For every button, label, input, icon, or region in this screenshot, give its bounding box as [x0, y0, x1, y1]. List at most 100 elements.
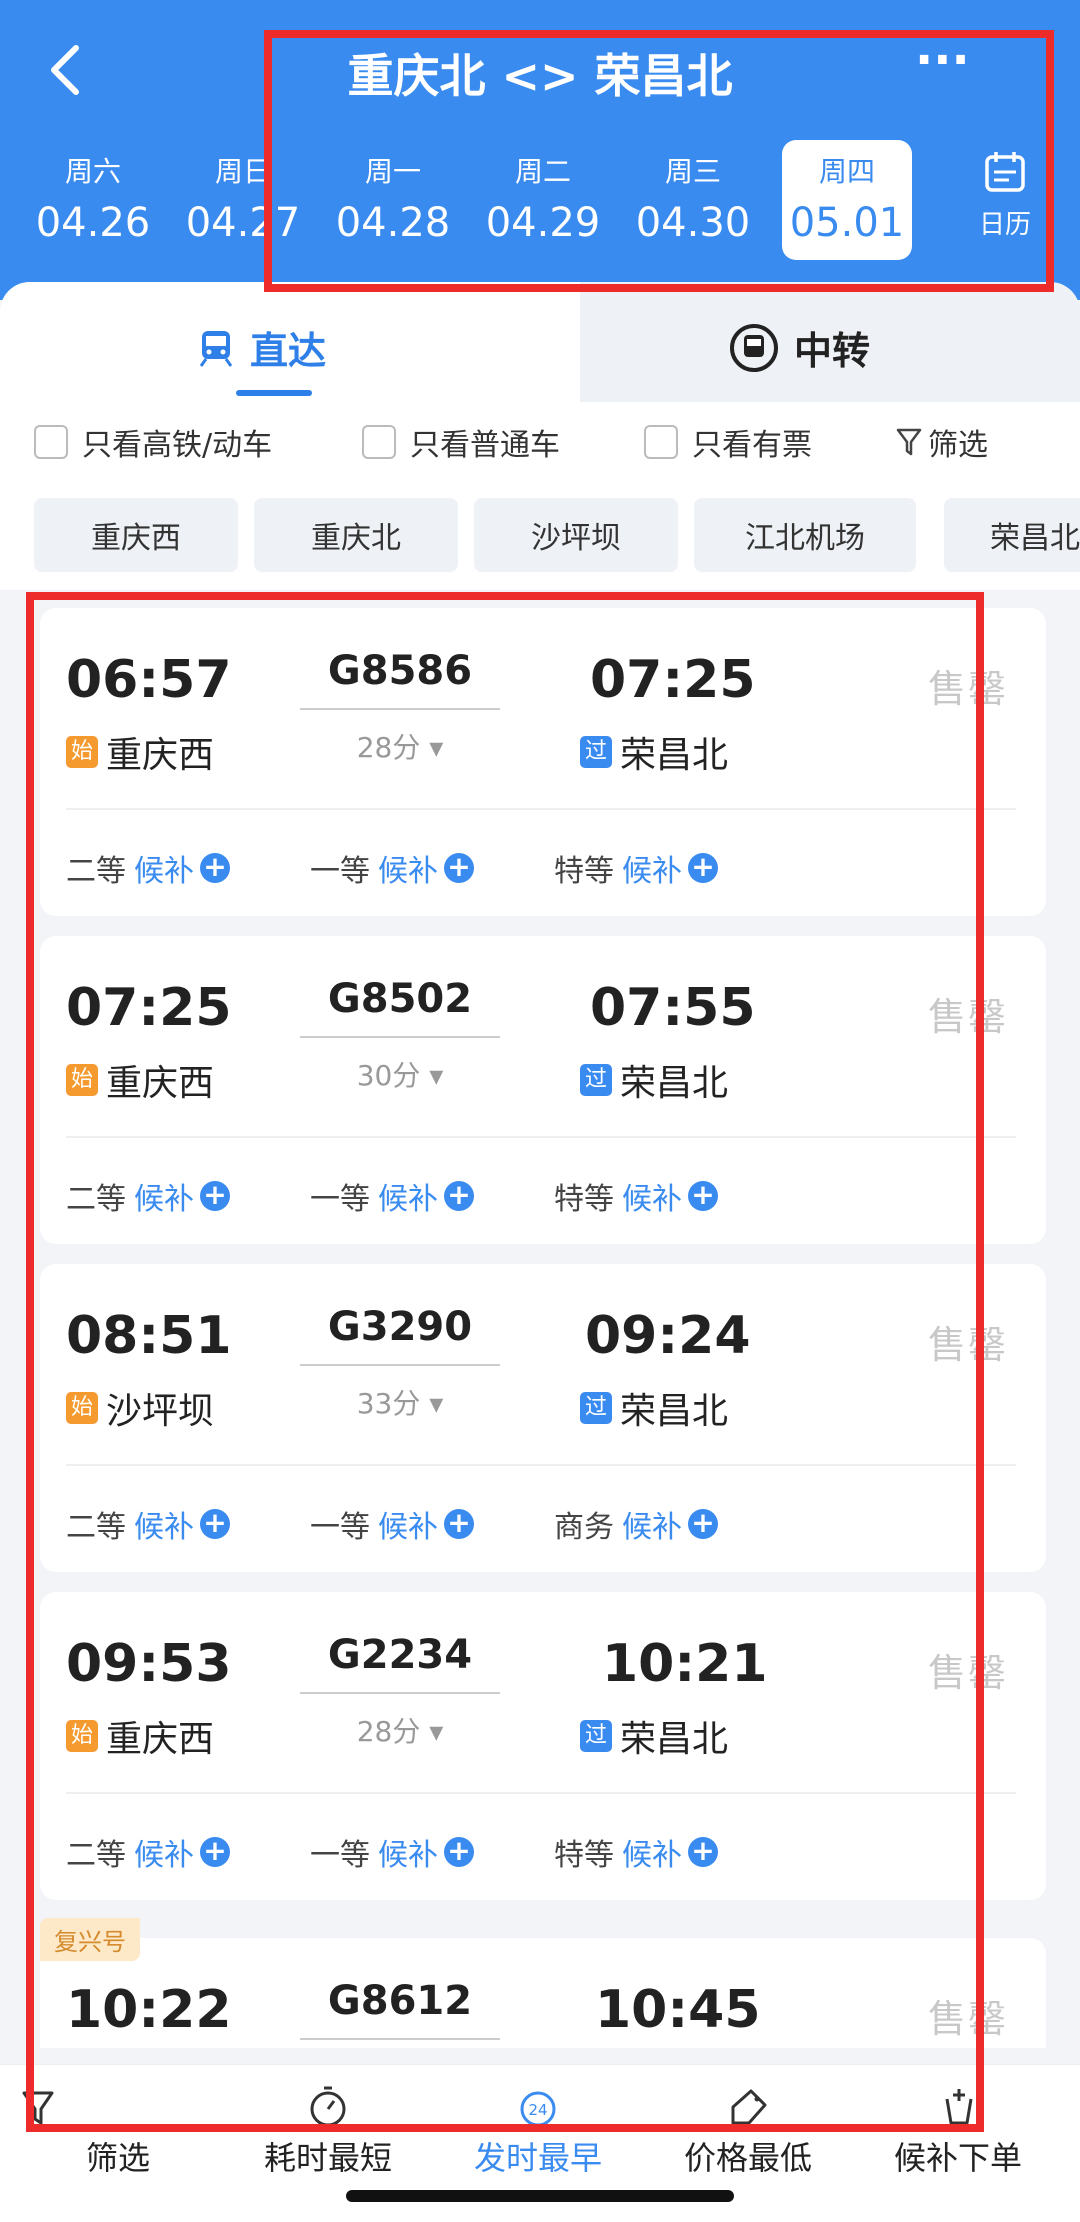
calendar-icon	[985, 152, 1025, 192]
seat-first-class[interactable]: 一等 候补 +	[310, 1502, 474, 1546]
seat-class: 二等	[66, 854, 126, 889]
add-waitlist-icon: +	[444, 1509, 474, 1539]
add-waitlist-icon: +	[444, 853, 474, 883]
seat-second-class[interactable]: 二等 候补 +	[66, 1830, 230, 1874]
checkbox-available[interactable]: 只看有票	[644, 402, 812, 482]
tab-direct[interactable]: 直达	[196, 320, 326, 375]
arrival-station: 过荣昌北	[580, 726, 728, 778]
calendar-button[interactable]: 日历	[960, 150, 1050, 241]
tab-transfer[interactable]: 中转	[728, 320, 870, 375]
start-tag: 始	[66, 1392, 98, 1424]
arrival-time: 07:25	[590, 650, 756, 710]
seat-class: 商务	[554, 1510, 614, 1545]
station-name: 重庆西	[106, 1063, 215, 1104]
waitlist-label: 候补	[378, 854, 438, 889]
filter-row: 只看高铁/动车 只看普通车 只看有票 筛选	[0, 402, 1080, 482]
train-card[interactable]: 复兴号 10:22 G8612 10:45 售罄	[40, 1918, 1046, 2048]
departure-station: 始沙坪坝	[66, 1382, 214, 1434]
start-tag: 始	[66, 1720, 98, 1752]
seat-first-class[interactable]: 一等 候补 +	[310, 1174, 474, 1218]
route-line	[300, 1036, 500, 1038]
seat-class: 二等	[66, 1182, 126, 1217]
filter-link[interactable]: 筛选	[896, 402, 988, 482]
date-tab[interactable]: 周三 04.30	[628, 140, 758, 260]
train-card[interactable]: 08:51 G3290 33分 ▾ 09:24 始沙坪坝 过荣昌北 售罄 二等候…	[40, 1264, 1046, 1572]
date-strip: 周六 04.26 周日 04.27 周一 04.28 周二 04.29 周三 0…	[0, 140, 1080, 270]
station-chip[interactable]: 重庆北	[254, 498, 458, 572]
seat-class: 二等	[66, 1838, 126, 1873]
date-tab[interactable]: 周二 04.29	[478, 140, 608, 260]
duration[interactable]: 28分 ▾	[300, 1710, 500, 1750]
station-chips: 重庆西 重庆北 沙坪坝 江北机场 荣昌北	[0, 482, 1080, 590]
pass-tag: 过	[580, 1392, 612, 1424]
sort-cheapest-button[interactable]: 价格最低	[648, 2083, 848, 2179]
route-line	[300, 1692, 500, 1694]
seat-first-class[interactable]: 一等 候补 +	[310, 846, 474, 890]
train-number: G8586	[327, 648, 473, 694]
seat-second-class[interactable]: 二等 候补 +	[66, 1502, 230, 1546]
more-menu-icon[interactable]: ···	[915, 36, 975, 100]
date-tab[interactable]: 周日 04.27	[178, 140, 308, 260]
seat-class: 特等	[554, 854, 614, 889]
funnel-icon	[896, 428, 922, 456]
station-chip[interactable]: 荣昌北	[944, 498, 1080, 572]
train-card[interactable]: 06:57 G8586 28分 ▾ 07:25 始重庆西 过荣昌北 售罄 二等候…	[40, 608, 1046, 916]
divider	[66, 1792, 1016, 1794]
duration[interactable]: 30分 ▾	[300, 1054, 500, 1094]
date-tab[interactable]: 周六 04.26	[28, 140, 158, 260]
funnel-icon	[22, 2091, 54, 2125]
sold-out-status: 售罄	[928, 1651, 1009, 1695]
departure-time: 06:57	[66, 650, 232, 710]
station-chip[interactable]: 重庆西	[34, 498, 238, 572]
date-tab[interactable]: 周一 04.28	[328, 140, 458, 260]
waitlist-order-button[interactable]: 候补下单	[858, 2083, 1058, 2179]
svg-text:24: 24	[528, 2101, 547, 2119]
seat-premium-class[interactable]: 特等 候补 +	[554, 1174, 718, 1218]
station-name: 沙坪坝	[106, 1391, 215, 1432]
seat-class: 一等	[310, 854, 370, 889]
departure-station: 始重庆西	[66, 726, 214, 778]
waitlist-label: 候补	[378, 1182, 438, 1217]
station-chip[interactable]: 江北机场	[694, 498, 916, 572]
checkbox-high-speed[interactable]: 只看高铁/动车	[34, 402, 272, 482]
back-arrow-icon[interactable]	[44, 40, 88, 100]
seat-business-class[interactable]: 商务 候补 +	[554, 1502, 718, 1546]
train-card[interactable]: 07:25 G8502 30分 ▾ 07:55 始重庆西 过荣昌北 售罄 二等候…	[40, 936, 1046, 1244]
seat-second-class[interactable]: 二等 候补 +	[66, 846, 230, 890]
seat-premium-class[interactable]: 特等 候补 +	[554, 1830, 718, 1874]
seat-premium-class[interactable]: 特等 候补 +	[554, 846, 718, 890]
route-line	[300, 1364, 500, 1366]
station-chip[interactable]: 沙坪坝	[474, 498, 678, 572]
seat-second-class[interactable]: 二等 候补 +	[66, 1174, 230, 1218]
checkbox-ordinary[interactable]: 只看普通车	[362, 402, 560, 482]
station-name: 荣昌北	[620, 735, 729, 776]
date-tab-selected[interactable]: 周四 05.01	[782, 140, 912, 260]
waitlist-label: 候补	[622, 1510, 682, 1545]
seat-class: 一等	[310, 1510, 370, 1545]
seat-class: 二等	[66, 1510, 126, 1545]
sort-filter-button[interactable]: 筛选	[18, 2083, 218, 2179]
waitlist-label: 候补	[622, 854, 682, 889]
price-tag-icon	[731, 2089, 767, 2125]
seat-class: 特等	[554, 1182, 614, 1217]
departure-time: 07:25	[66, 978, 232, 1038]
duration[interactable]: 33分 ▾	[300, 1382, 500, 1422]
sort-shortest-button[interactable]: 耗时最短	[228, 2083, 428, 2179]
sold-out-status: 售罄	[928, 667, 1009, 711]
departure-time: 08:51	[66, 1306, 232, 1366]
add-waitlist-icon: +	[688, 1509, 718, 1539]
seat-first-class[interactable]: 一等 候补 +	[310, 1830, 474, 1874]
add-waitlist-icon: +	[444, 1837, 474, 1867]
departure-time: 09:53	[66, 1634, 232, 1694]
station-name: 荣昌北	[620, 1391, 729, 1432]
checkbox-box	[362, 425, 396, 459]
station-name: 重庆西	[106, 735, 215, 776]
departure-station: 始重庆西	[66, 1710, 214, 1762]
results-panel: 直达 中转 只看高铁/动车 只看普通车 只看有票 筛选 重庆西 重庆北 沙坪坝 …	[0, 282, 1080, 2222]
sold-out-status: 售罄	[928, 1997, 1009, 2041]
train-card[interactable]: 09:53 G2234 28分 ▾ 10:21 始重庆西 过荣昌北 售罄 二等候…	[40, 1592, 1046, 1900]
add-waitlist-icon: +	[688, 1181, 718, 1211]
duration[interactable]: 28分 ▾	[300, 726, 500, 766]
train-number: G8502	[327, 976, 473, 1022]
sort-earliest-button[interactable]: 24 发时最早	[438, 2083, 638, 2179]
